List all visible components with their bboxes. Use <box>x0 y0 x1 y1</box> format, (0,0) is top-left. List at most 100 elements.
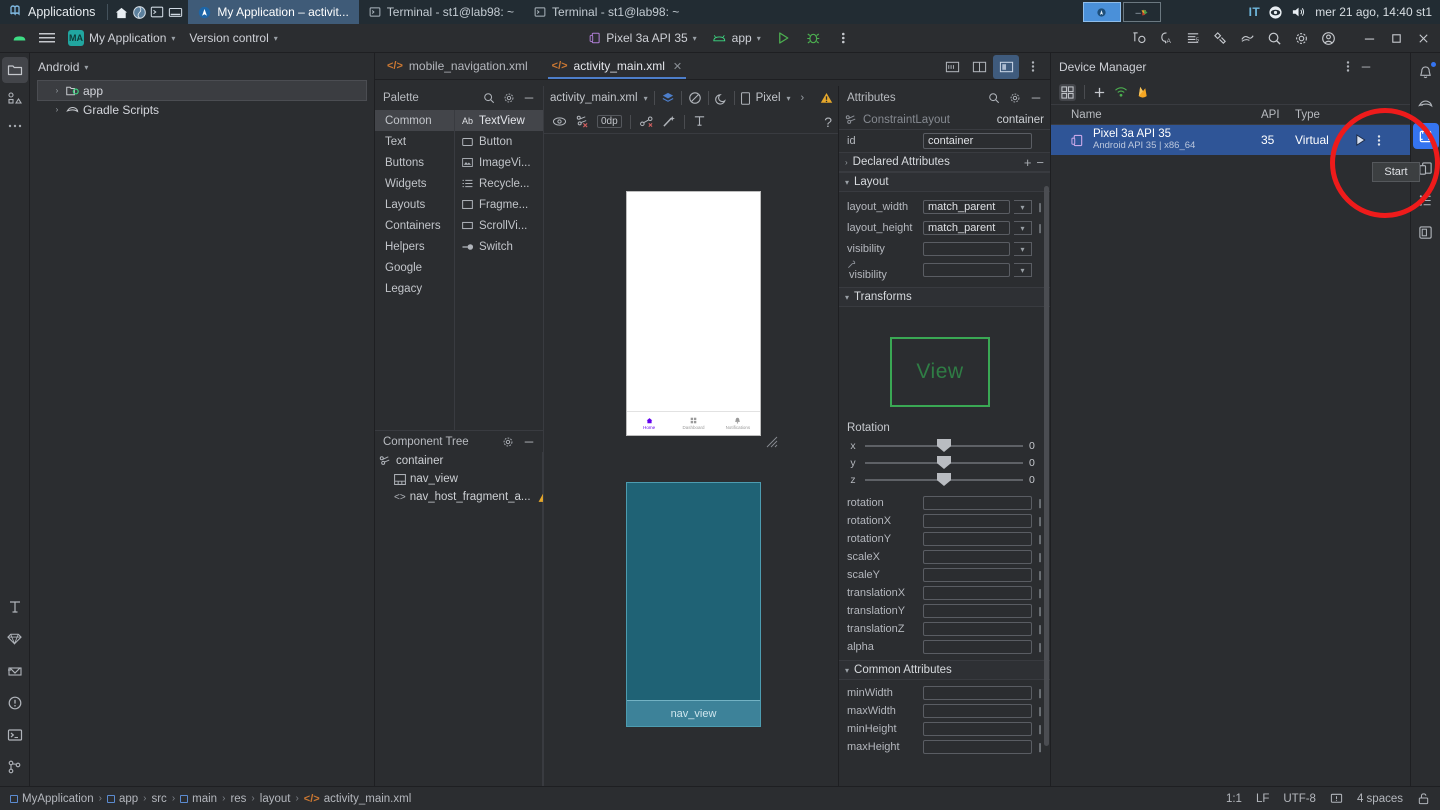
device-label[interactable]: Pixel <box>756 92 781 104</box>
minheight-input[interactable] <box>923 722 1032 736</box>
more-actions-button[interactable] <box>831 26 857 50</box>
maxwidth-input[interactable] <box>923 704 1032 718</box>
search-icon[interactable] <box>1261 26 1287 50</box>
tab-activity-main-xml[interactable]: </> activity_main.xml ✕ <box>539 53 695 79</box>
taskbar-item-terminal-1[interactable]: Terminal - st1@lab98: ~ <box>359 0 524 24</box>
column-header-name[interactable]: Name <box>1051 109 1261 121</box>
design-surface-icon[interactable] <box>661 91 675 105</box>
palette-category-helpers[interactable]: Helpers <box>375 236 454 257</box>
device-pairing-icon[interactable] <box>1059 83 1076 101</box>
minimize-icon[interactable] <box>1030 92 1042 104</box>
canvas-resize-handle[interactable] <box>766 436 778 448</box>
pin-icon[interactable]: ❙ <box>1036 624 1044 635</box>
design-view-icon[interactable] <box>993 54 1019 79</box>
line-separator[interactable]: LF <box>1256 793 1269 805</box>
add-attribute-button[interactable]: + <box>1024 155 1032 170</box>
rotation-input[interactable] <box>923 496 1032 510</box>
add-device-icon[interactable] <box>1093 86 1106 99</box>
palette-item-recyclerview[interactable]: Recycle... <box>455 173 543 194</box>
breadcrumb-item-src[interactable]: src <box>151 793 166 805</box>
slider-thumb[interactable] <box>937 439 951 452</box>
file-encoding[interactable]: UTF-8 <box>1283 793 1316 805</box>
device-selector[interactable]: Pixel 3a API 35 ▾ <box>583 27 702 49</box>
transform-view-box[interactable]: View <box>890 337 990 407</box>
search-icon[interactable] <box>483 92 495 104</box>
palette-item-fragmentcontainerview[interactable]: Fragme... <box>455 194 543 215</box>
workspace-2[interactable] <box>1122 2 1161 22</box>
tab-mobile-navigation-xml[interactable]: </> mobile_navigation.xml <box>375 53 540 79</box>
project-view-selector[interactable]: Android ▾ <box>30 53 374 81</box>
chevron-down-icon[interactable]: ▾ <box>845 666 849 675</box>
rotationy-input[interactable] <box>923 532 1032 546</box>
slider-thumb[interactable] <box>937 473 951 486</box>
maxheight-input[interactable] <box>923 740 1032 754</box>
rotationx-input[interactable] <box>923 514 1032 528</box>
chevron-down-icon[interactable]: ▾ <box>845 178 849 187</box>
breadcrumb-item-myapplication[interactable]: MyApplication <box>10 793 94 805</box>
translationy-input[interactable] <box>923 604 1032 618</box>
more-options-icon[interactable] <box>1346 60 1350 73</box>
clock[interactable]: mer 21 ago, 14:40 st1 <box>1315 5 1432 19</box>
translationz-input[interactable] <box>923 622 1032 636</box>
app-quality-icon[interactable] <box>2 658 28 684</box>
minimize-icon[interactable] <box>523 92 535 104</box>
remove-attribute-button[interactable]: − <box>1036 155 1044 170</box>
build-icon[interactable] <box>1207 26 1233 50</box>
pin-icon[interactable]: ❙ <box>1036 688 1044 699</box>
close-icon[interactable]: ✕ <box>673 60 682 73</box>
lock-open-icon[interactable] <box>1417 792 1430 805</box>
minimize-icon[interactable] <box>1360 61 1372 73</box>
pin-icon[interactable]: ❙ <box>1036 570 1044 581</box>
chevron-down-icon[interactable]: ▾ <box>845 293 849 302</box>
terminal-icon[interactable] <box>148 3 166 21</box>
android-logo-icon[interactable] <box>6 26 32 50</box>
search-icon[interactable] <box>988 92 1000 104</box>
guideline-icon[interactable] <box>693 115 706 128</box>
transform-preview-area[interactable]: View Rotation x 0 y 0 z 0 <box>839 307 1050 486</box>
bottom-navigation-preview[interactable]: Home Dashboard Notifications <box>627 411 760 435</box>
default-margin-value[interactable]: 0dp <box>597 115 622 128</box>
rotation-slider-y[interactable]: y 0 <box>847 456 1043 469</box>
eye-icon[interactable] <box>552 116 567 127</box>
pin-icon[interactable]: ❙ <box>1036 724 1044 735</box>
clear-constraints-icon[interactable] <box>575 115 589 128</box>
hamburger-menu-icon[interactable] <box>34 26 60 50</box>
blueprint-nav-view[interactable]: nav_view <box>627 700 760 726</box>
alpha-input[interactable] <box>923 640 1032 654</box>
gemini-icon[interactable] <box>2 626 28 652</box>
section-transforms[interactable]: ▾ Transforms <box>839 287 1050 307</box>
more-tool-windows-icon[interactable] <box>2 113 28 139</box>
device-preview-render[interactable]: Home Dashboard Notifications <box>626 191 761 436</box>
component-node-nav-host-fragment[interactable]: <> nav_host_fragment_a... <box>375 488 548 506</box>
slider-thumb[interactable] <box>937 456 951 469</box>
rotation-slider-x[interactable]: x 0 <box>847 439 1043 452</box>
pin-icon[interactable]: ❙ <box>1036 498 1044 509</box>
pin-icon[interactable]: ❙ <box>1036 202 1044 213</box>
account-icon[interactable] <box>1315 26 1341 50</box>
minwidth-input[interactable] <box>923 686 1032 700</box>
accessibility-icon[interactable] <box>1268 5 1283 20</box>
expand-arrow-icon[interactable]: › <box>52 86 62 95</box>
bottom-nav-item-home[interactable]: Home <box>627 412 671 435</box>
files-icon[interactable] <box>166 3 184 21</box>
pin-icon[interactable]: ❙ <box>1036 606 1044 617</box>
editor-options-icon[interactable] <box>1020 55 1046 79</box>
breadcrumb-item-main[interactable]: main <box>180 793 217 805</box>
code-view-icon[interactable] <box>939 55 965 79</box>
pin-icon[interactable]: ❙ <box>1036 552 1044 563</box>
scalex-input[interactable] <box>923 550 1032 564</box>
problems-icon[interactable] <box>2 690 28 716</box>
workspace-1[interactable] <box>1082 2 1121 22</box>
design-file-label[interactable]: activity_main.xml <box>550 92 638 104</box>
chevron-down-icon[interactable]: ▾ <box>1014 263 1032 277</box>
night-mode-icon[interactable] <box>714 92 728 105</box>
palette-category-legacy[interactable]: Legacy <box>375 278 454 299</box>
tree-node-app[interactable]: › app <box>37 80 367 101</box>
taskbar-item-terminal-2[interactable]: Terminal - st1@lab98: ~ <box>524 0 689 24</box>
palette-item-textview[interactable]: Ab TextView <box>455 110 543 131</box>
warning-triangle-icon[interactable] <box>820 92 833 104</box>
section-layout[interactable]: ▾ Layout <box>839 172 1050 192</box>
code-with-me-icon[interactable] <box>1126 26 1152 50</box>
pin-icon[interactable]: ❙ <box>1036 223 1044 234</box>
expand-arrow-icon[interactable]: › <box>52 105 62 114</box>
